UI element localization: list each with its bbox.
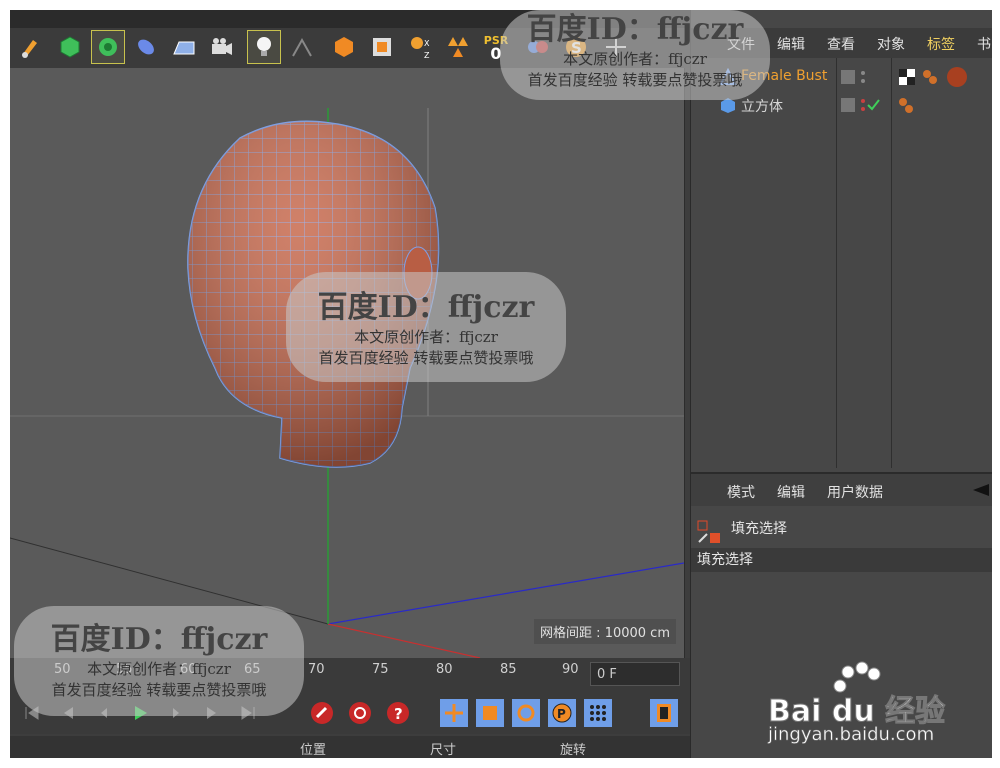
watermark-line2: 首发百度经验 转载要点赞投票哦 <box>318 349 534 367</box>
dots-key-icon[interactable] <box>584 699 612 727</box>
film-icon[interactable] <box>650 699 678 727</box>
tick-label: 80 <box>436 662 453 677</box>
axis-xyz-icon[interactable]: XZ <box>404 31 436 63</box>
watermark-line2: 首发百度经验 转载要点赞投票哦 <box>527 71 743 89</box>
watermark-top: 百度ID：ffjczr 本文原创作者：ffjczr 首发百度经验 转载要点赞投票… <box>500 10 770 100</box>
visibility-icon[interactable] <box>841 69 871 85</box>
menu-tags[interactable]: 标签 <box>927 34 955 54</box>
svg-text:P: P <box>557 707 566 721</box>
visibility-check-icon[interactable] <box>841 97 881 113</box>
rotation-label: 旋转 <box>560 743 587 758</box>
help-key-icon[interactable]: ? <box>384 699 412 727</box>
axis-x-line <box>327 623 481 658</box>
right-panel: 文件 编辑 查看 对象 标签 书 Female Bust 立方体 <box>690 10 992 758</box>
baidu-jingyan-logo: Bai du 经验 jingyan.baidu.com <box>767 660 978 750</box>
fill-selection-icon <box>697 520 720 543</box>
collapse-arrow-icon[interactable] <box>973 484 989 496</box>
rotate-key-icon[interactable] <box>512 699 540 727</box>
menu-mode[interactable]: 模式 <box>727 482 755 502</box>
watermark-line2: 首发百度经验 转载要点赞投票哦 <box>51 681 267 699</box>
render-view-icon[interactable] <box>366 31 398 63</box>
size-label: 尺寸 <box>430 743 457 758</box>
c4d-window: XZ PSR 0 S <box>10 10 992 758</box>
object-list: Female Bust 立方体 <box>691 58 992 468</box>
watermark-title: 百度ID：ffjczr <box>317 290 535 325</box>
live-select-icon[interactable] <box>54 31 86 63</box>
attribute-menu: 模式 编辑 用户数据 <box>691 474 992 506</box>
current-frame-field[interactable]: 0 F <box>590 662 680 686</box>
svg-text:X: X <box>424 39 430 48</box>
watermark-title: 百度ID：ffjczr <box>526 12 744 47</box>
generator-icon[interactable] <box>328 31 360 63</box>
watermark-center: 百度ID：ffjczr 本文原创作者：ffjczr 首发百度经验 转载要点赞投票… <box>286 272 566 382</box>
param-key-icon[interactable]: P <box>548 699 576 727</box>
menu-view[interactable]: 查看 <box>827 34 855 54</box>
watermark-title: 百度ID：ffjczr <box>50 622 268 657</box>
grid-spacing-label: 网格间距 : 10000 cm <box>534 619 676 644</box>
watermark-line1: 本文原创作者：ffjczr <box>354 328 498 346</box>
attribute-title: 填充选择 <box>731 521 787 537</box>
undo-brush-icon[interactable] <box>16 31 48 63</box>
camera-icon[interactable] <box>206 31 238 63</box>
light-icon[interactable] <box>247 30 281 64</box>
nurbs-icon[interactable] <box>130 31 162 63</box>
attribute-section[interactable]: 填充选择 <box>691 548 992 572</box>
polygon-mode-icon[interactable] <box>91 30 125 64</box>
axis-z-line <box>327 562 684 625</box>
menu-edit[interactable]: 编辑 <box>777 34 805 54</box>
baidu-url: jingyan.baidu.com <box>768 724 935 746</box>
watermark-line1: 本文原创作者：ffjczr <box>563 50 707 68</box>
tick-label: 85 <box>500 662 517 677</box>
record-key-icon[interactable] <box>308 699 336 727</box>
watermark-bottom: 百度ID：ffjczr 本文原创作者：ffjczr 首发百度经验 转载要点赞投票… <box>14 606 304 716</box>
snap-icon[interactable] <box>442 31 474 63</box>
move-key-icon[interactable] <box>440 699 468 727</box>
svg-text:Z: Z <box>424 51 430 60</box>
deformer-icon[interactable] <box>286 31 318 63</box>
tick-label: 75 <box>372 662 389 677</box>
position-label: 位置 <box>300 743 327 758</box>
tick-label: 70 <box>308 662 325 677</box>
material-tag-icon[interactable] <box>897 96 921 116</box>
menu-user-data[interactable]: 用户数据 <box>827 482 883 502</box>
floor-icon[interactable] <box>168 31 200 63</box>
object-name: 立方体 <box>741 99 783 115</box>
menu-object[interactable]: 对象 <box>877 34 905 54</box>
scale-key-icon[interactable] <box>476 699 504 727</box>
auto-key-icon[interactable] <box>346 699 374 727</box>
svg-text:?: ? <box>394 705 403 723</box>
watermark-line1: 本文原创作者：ffjczr <box>87 660 231 678</box>
menu-bookmarks[interactable]: 书 <box>977 34 991 54</box>
material-tags-icon[interactable] <box>897 66 977 88</box>
coordinates-header: 位置 尺寸 旋转 <box>10 736 690 758</box>
menu-attr-edit[interactable]: 编辑 <box>777 482 805 502</box>
tick-label: 90 <box>562 662 579 677</box>
